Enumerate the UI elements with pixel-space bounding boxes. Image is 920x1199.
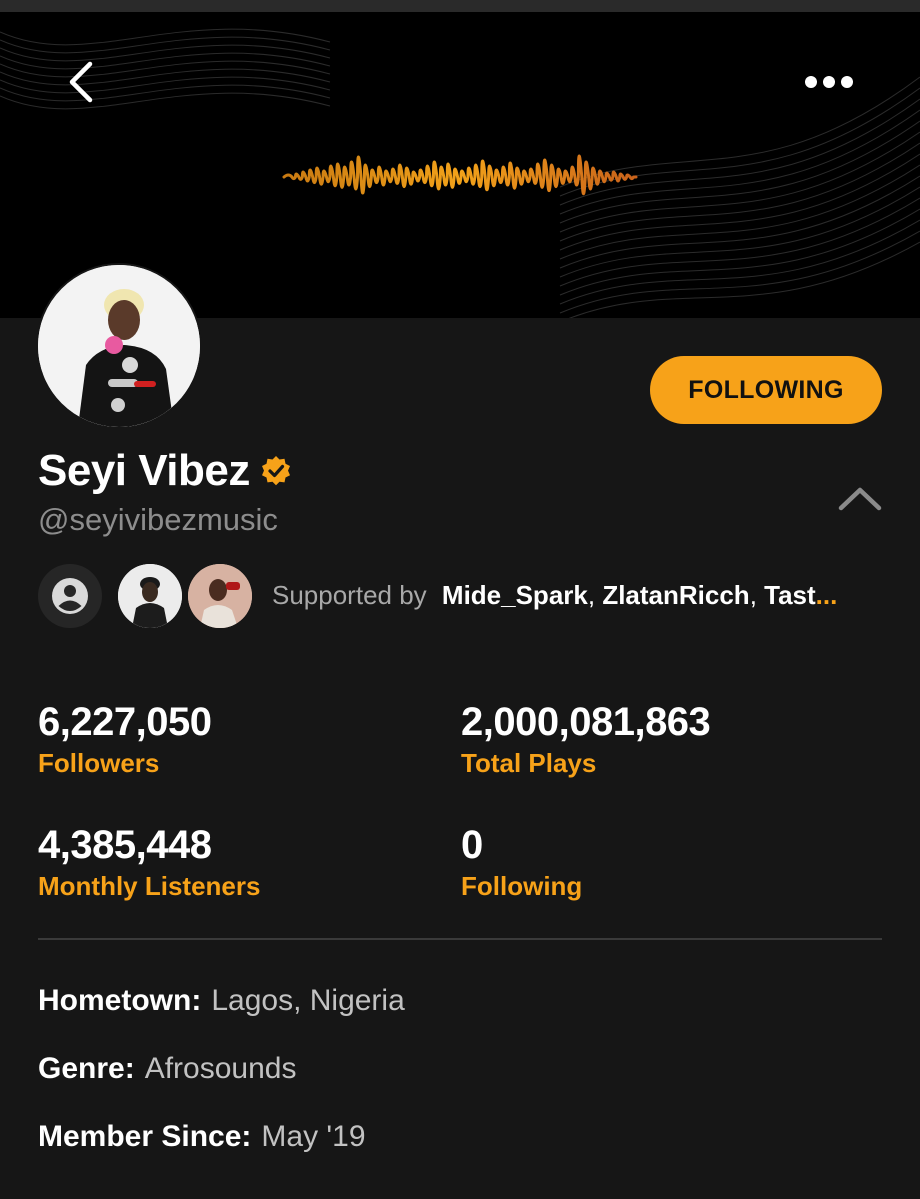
stat-monthly-listeners: 4,385,448 Monthly Listeners: [38, 821, 260, 903]
supporter-name[interactable]: Tast: [764, 580, 816, 610]
supporter-name[interactable]: Mide_Spark: [442, 580, 588, 610]
supported-by-text: Supported by Mide_Spark, ZlatanRicch, Ta…: [272, 580, 837, 611]
supporter-separator: ,: [587, 580, 603, 610]
stat-total-plays: 2,000,081,863 Total Plays: [461, 698, 711, 780]
stat-value: 2,000,081,863: [461, 700, 711, 744]
info-value: Lagos, Nigeria: [211, 984, 405, 1017]
stat-value: 6,227,050: [38, 700, 212, 744]
stat-label: Monthly Listeners: [38, 871, 261, 901]
chevron-left-icon: [69, 61, 93, 103]
collapse-button[interactable]: [836, 480, 884, 516]
info-value: May '19: [261, 1120, 366, 1153]
waveform-graphic: [282, 154, 638, 196]
info-value: Afrosounds: [144, 1052, 297, 1085]
info-label: Genre:: [38, 1052, 135, 1085]
following-button[interactable]: FOLLOWING: [650, 356, 882, 424]
artist-name-row: Seyi Vibez: [38, 446, 292, 496]
artist-name: Seyi Vibez: [38, 446, 250, 495]
stat-label: Total Plays: [461, 748, 597, 778]
supporter-separator: ,: [749, 580, 765, 610]
info-hometown: Hometown: Lagos, Nigeria: [38, 984, 405, 1018]
supporter-avatar: [118, 564, 182, 628]
more-horizontal-icon: [805, 76, 853, 88]
artist-handle: @seyivibezmusic: [38, 502, 278, 537]
info-label: Hometown:: [38, 984, 202, 1017]
supporter-name[interactable]: ZlatanRicch: [602, 580, 749, 610]
supported-by-label: Supported by: [272, 580, 427, 610]
chevron-up-icon: [838, 487, 882, 511]
info-genre: Genre: Afrosounds: [38, 1052, 296, 1086]
back-button[interactable]: [58, 52, 104, 112]
stat-following[interactable]: 0 Following: [461, 821, 582, 903]
supporters-row[interactable]: Supported by Mide_Spark, ZlatanRicch, Ta…: [38, 564, 898, 630]
supporters-more[interactable]: ...: [816, 580, 838, 610]
verified-badge-icon: [261, 456, 290, 486]
section-divider: [38, 938, 882, 940]
artist-avatar: [36, 263, 202, 429]
info-label: Member Since:: [38, 1120, 252, 1153]
supporter-avatar: [188, 564, 252, 628]
stat-value: 0: [461, 823, 483, 867]
stat-label: Followers: [38, 748, 160, 778]
user-icon: [52, 578, 88, 614]
stat-value: 4,385,448: [38, 823, 212, 867]
more-options-button[interactable]: [796, 60, 862, 104]
status-strip: [0, 0, 920, 12]
stat-followers[interactable]: 6,227,050 Followers: [38, 698, 212, 780]
supporter-avatar-default: [38, 564, 102, 628]
info-member-since: Member Since: May '19: [38, 1120, 366, 1154]
stat-label: Following: [461, 871, 583, 901]
